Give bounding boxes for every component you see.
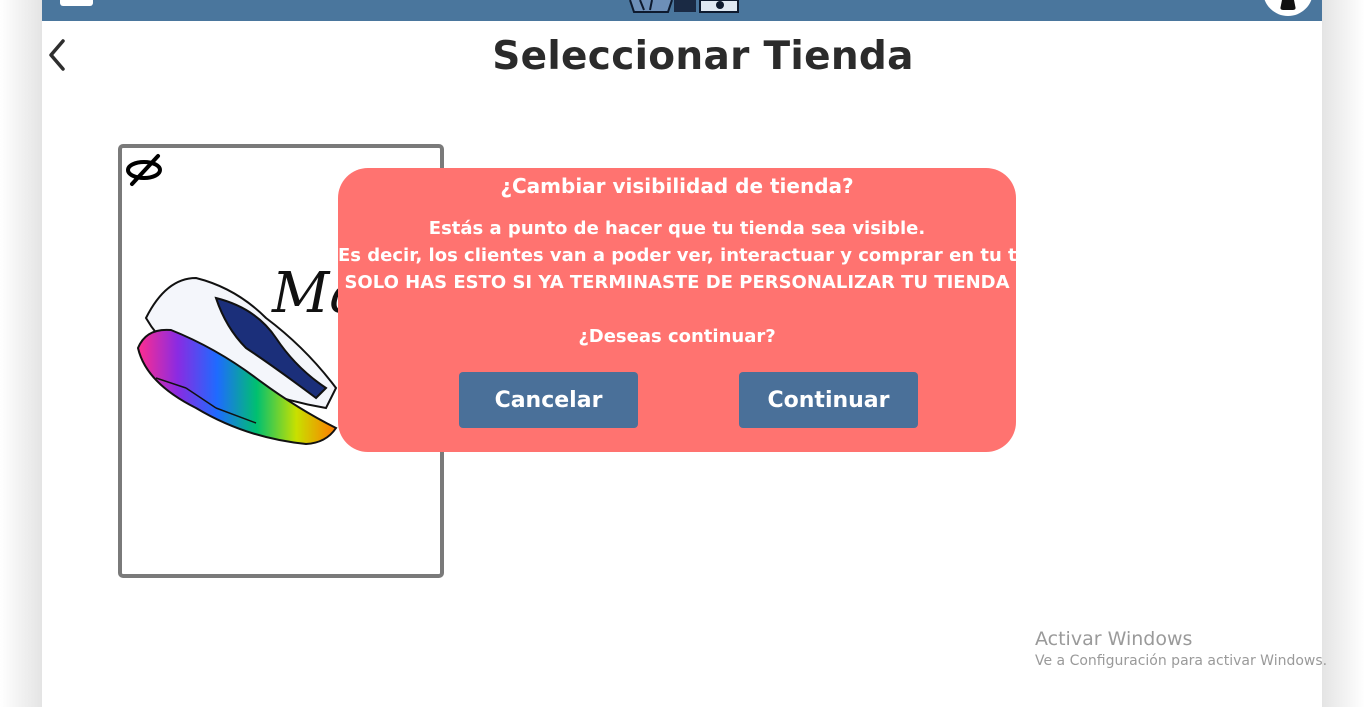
visibility-dialog: ¿Cambiar visibilidad de tienda? Estás a … xyxy=(338,168,1080,452)
top-bar xyxy=(42,0,1322,21)
cancel-button[interactable]: Cancelar xyxy=(459,372,638,428)
watermark-subtitle: Ve a Configuración para activar Windows. xyxy=(1035,653,1328,669)
logo-icon[interactable] xyxy=(628,0,742,14)
dialog-line-2: Es decir, los clientes van a poder ver, … xyxy=(338,245,1080,266)
menu-icon[interactable] xyxy=(60,0,93,6)
window-shadow-right xyxy=(1322,0,1365,707)
dialog-question: ¿Deseas continuar? xyxy=(578,326,776,347)
windows-activation-watermark: Activar Windows Ve a Configuración para … xyxy=(1035,628,1327,669)
eye-off-icon[interactable] xyxy=(124,152,164,188)
dialog-warning: SOLO HAS ESTO SI YA TERMINASTE DE PERSON… xyxy=(344,272,1010,293)
continue-button[interactable]: Continuar xyxy=(739,372,918,428)
app-window: Seleccionar Tienda Ma S xyxy=(42,0,1327,707)
watermark-title: Activar Windows xyxy=(1035,628,1193,650)
user-icon[interactable] xyxy=(1263,0,1313,16)
window-shadow-left xyxy=(0,0,42,707)
dialog-line-1: Estás a punto de hacer que tu tienda sea… xyxy=(428,218,926,239)
page-title: Seleccionar Tienda xyxy=(492,34,914,79)
dialog-title: ¿Cambiar visibilidad de tienda? xyxy=(500,174,854,198)
